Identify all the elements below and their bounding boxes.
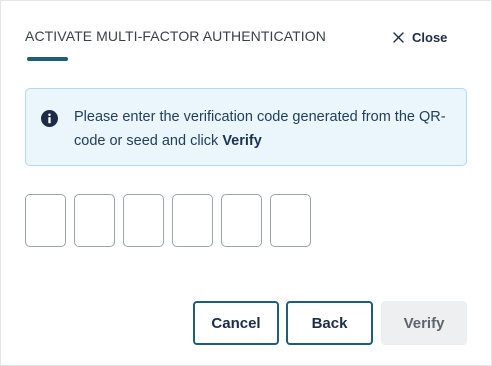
verification-code-input xyxy=(25,194,311,247)
info-icon xyxy=(41,110,58,127)
code-digit-2[interactable] xyxy=(74,194,115,247)
close-button[interactable]: Close xyxy=(393,27,447,47)
code-digit-4[interactable] xyxy=(172,194,213,247)
cancel-button[interactable]: Cancel xyxy=(193,301,279,345)
info-text-verify: Verify xyxy=(222,133,262,149)
close-icon xyxy=(393,31,404,43)
info-message: Please enter the verification code gener… xyxy=(25,88,467,166)
title-underline xyxy=(27,57,68,61)
code-digit-1[interactable] xyxy=(25,194,66,247)
verify-button[interactable]: Verify xyxy=(381,301,467,345)
info-text: Please enter the verification code gener… xyxy=(74,105,454,153)
close-label: Close xyxy=(412,29,448,45)
back-button[interactable]: Back xyxy=(286,301,373,345)
mfa-dialog: ACTIVATE MULTI-FACTOR AUTHENTICATION Clo… xyxy=(0,0,492,366)
code-digit-6[interactable] xyxy=(270,194,311,247)
code-digit-3[interactable] xyxy=(123,194,164,247)
code-digit-5[interactable] xyxy=(221,194,262,247)
dialog-title: ACTIVATE MULTI-FACTOR AUTHENTICATION xyxy=(25,28,326,44)
